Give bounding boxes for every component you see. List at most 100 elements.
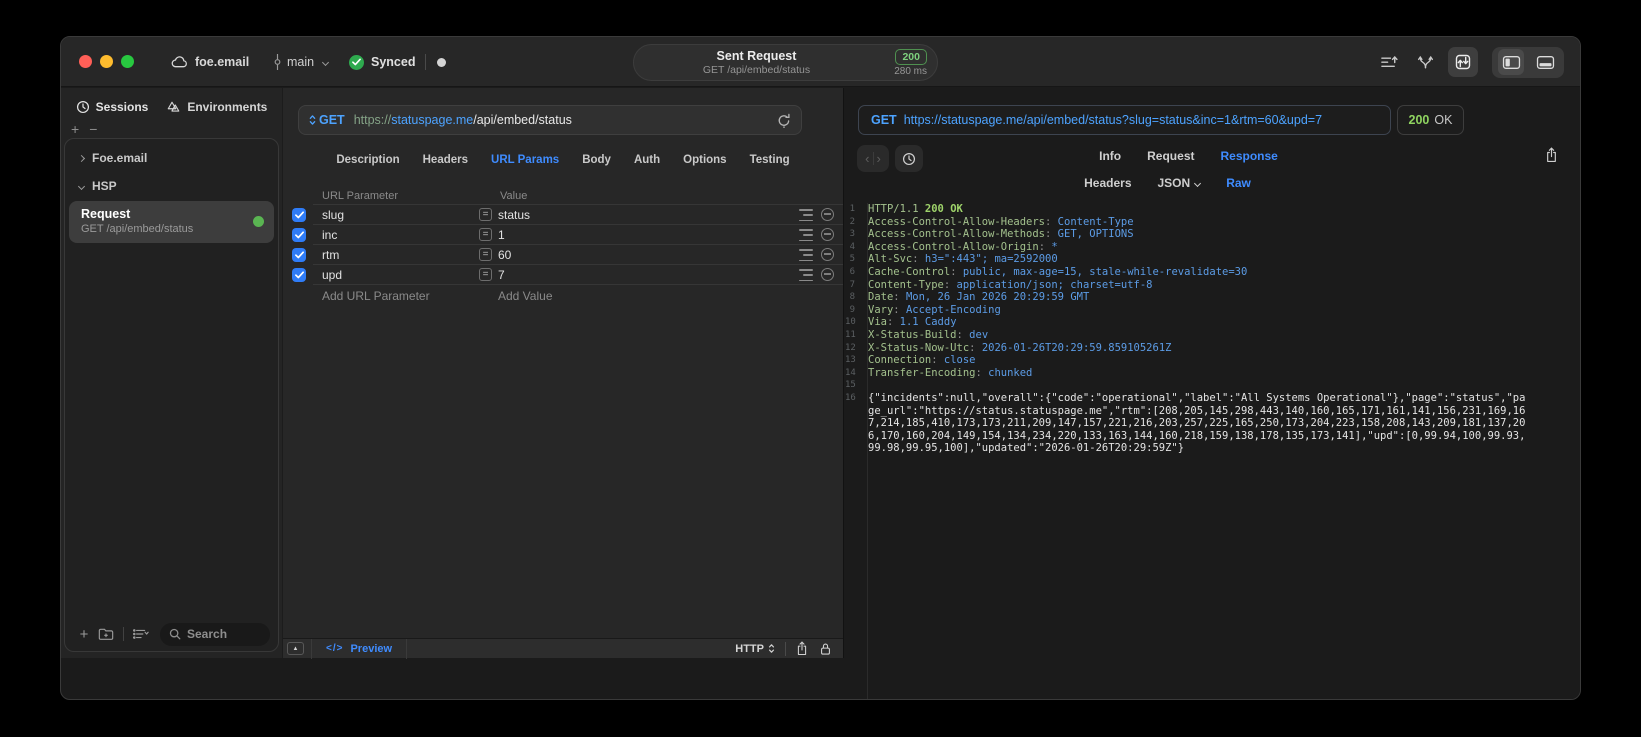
remove-param-icon[interactable] <box>821 268 834 281</box>
status-badge: 200 <box>895 49 927 65</box>
request-list-item-selected[interactable]: Request GET /api/embed/status <box>69 201 274 243</box>
search-icon <box>169 628 181 640</box>
resend-icon[interactable] <box>777 113 791 128</box>
traffic-lights <box>79 55 134 68</box>
sidebar-search[interactable] <box>160 622 270 646</box>
method-label: GET <box>319 113 345 127</box>
param-options-icon[interactable] <box>799 209 814 221</box>
param-value-field[interactable]: 7 <box>498 268 505 282</box>
response-subtab-raw[interactable]: Raw <box>1226 176 1251 190</box>
add-param-row[interactable]: Add URL Parameter Add Value <box>283 285 843 305</box>
tab-environments[interactable]: Environments <box>166 100 267 114</box>
sync-status[interactable]: Synced <box>349 37 415 87</box>
add-request-button[interactable]: + <box>73 623 95 645</box>
toggle-sidebar-icon[interactable] <box>1498 49 1524 75</box>
param-checkbox[interactable] <box>292 228 306 242</box>
chevron-right-icon <box>77 154 86 162</box>
response-subtab-headers[interactable]: Headers <box>1084 176 1131 190</box>
tree-item-folder[interactable]: HSP <box>65 177 278 195</box>
protocol-label: HTTP <box>735 642 764 655</box>
line-number: 8 <box>849 292 855 303</box>
toggle-bottom-panel-icon[interactable] <box>1532 49 1558 75</box>
line-number: 15 <box>845 380 856 391</box>
response-line: 16 {"incidents":null,"overall":{"code":"o… <box>845 391 1526 455</box>
param-options-icon[interactable] <box>799 229 814 241</box>
line-number: 12 <box>845 342 856 353</box>
request-tab-testing[interactable]: Testing <box>750 154 790 166</box>
remove-session-button[interactable]: − <box>89 121 97 137</box>
param-value-field[interactable]: 60 <box>498 248 511 262</box>
tree-item-group[interactable]: Foe.email <box>65 149 278 167</box>
new-folder-icon[interactable] <box>95 623 117 645</box>
main-area: Sessions Environments + − Foe.email HSP … <box>61 88 1580 699</box>
response-line: 1 HTTP/1.1 200 OK <box>845 203 1580 216</box>
request-tabs: Description Headers URL Params Body Auth Opti… <box>283 154 843 166</box>
param-name-field[interactable]: slug <box>322 208 344 222</box>
param-options-icon[interactable] <box>799 249 814 261</box>
add-session-button[interactable]: + <box>71 121 79 137</box>
response-line: 8 Date: Mon, 26 Jan 2026 20:29:59 GMT <box>845 291 1580 304</box>
request-summary-pill[interactable]: Sent Request GET /api/embed/status 200 2… <box>633 44 938 81</box>
method-selector[interactable]: GET <box>309 113 345 127</box>
response-status-badge: 200 OK <box>1397 105 1464 135</box>
add-param-value-placeholder[interactable]: Add Value <box>498 289 553 303</box>
request-item-subtitle: GET /api/embed/status <box>81 223 194 235</box>
response-tab-response[interactable]: Response <box>1220 149 1277 163</box>
param-row-slug: slug = status <box>283 205 843 225</box>
titlebar-divider <box>425 54 426 70</box>
request-footer: ▲ </> Preview HTTP <box>283 638 843 659</box>
search-input[interactable] <box>187 627 261 641</box>
line-number: 6 <box>849 266 855 277</box>
request-tab-headers[interactable]: Headers <box>423 154 468 166</box>
tab-sessions[interactable]: Sessions <box>76 100 148 114</box>
minimize-window-button[interactable] <box>100 55 113 68</box>
project-selector[interactable]: foe.email <box>171 37 249 87</box>
branch-selector[interactable]: main <box>273 37 330 87</box>
param-name-field[interactable]: rtm <box>322 248 339 262</box>
remove-param-icon[interactable] <box>821 208 834 221</box>
param-options-icon[interactable] <box>799 269 814 281</box>
preview-button[interactable]: </> Preview <box>312 638 408 659</box>
response-method-label: GET <box>871 113 897 127</box>
close-window-button[interactable] <box>79 55 92 68</box>
param-name-field[interactable]: upd <box>322 268 342 282</box>
param-value-field[interactable]: status <box>498 208 530 222</box>
protocol-selector[interactable]: HTTP <box>735 643 775 655</box>
branch-icon <box>273 54 282 70</box>
request-tab-auth[interactable]: Auth <box>634 154 660 166</box>
lock-icon[interactable] <box>820 642 831 656</box>
response-nav: ‹ › Info Request Response <box>845 145 1580 173</box>
response-subtabs: Headers JSON Raw <box>800 176 1535 190</box>
line-number: 16 <box>845 392 856 403</box>
response-tab-info[interactable]: Info <box>1099 149 1121 163</box>
param-checkbox[interactable] <box>292 268 306 282</box>
param-checkbox[interactable] <box>292 248 306 262</box>
response-tab-request[interactable]: Request <box>1147 149 1194 163</box>
param-name-field[interactable]: inc <box>322 228 337 242</box>
zoom-window-button[interactable] <box>121 55 134 68</box>
duration-label: 280 ms <box>894 66 927 77</box>
add-param-name-placeholder[interactable]: Add URL Parameter <box>322 289 430 303</box>
response-line: 14 Transfer-Encoding: chunked <box>845 366 1033 379</box>
split-arrows-icon[interactable] <box>1410 47 1440 77</box>
param-value-field[interactable]: 1 <box>498 228 505 242</box>
param-checkbox[interactable] <box>292 208 306 222</box>
remove-param-icon[interactable] <box>821 228 834 241</box>
response-tabs: Info Request Response <box>821 149 1556 163</box>
remove-param-icon[interactable] <box>821 248 834 261</box>
send-receive-icon[interactable] <box>1448 47 1478 77</box>
request-url-bar[interactable]: GET https://statuspage.me/api/embed/stat… <box>298 105 802 135</box>
response-subtab-json[interactable]: JSON <box>1158 176 1202 190</box>
export-share-icon[interactable] <box>1545 147 1558 163</box>
share-icon[interactable] <box>796 641 808 656</box>
response-url-bar[interactable]: GET https://statuspage.me/api/embed/stat… <box>858 105 1391 135</box>
request-tab-url-params[interactable]: URL Params <box>491 154 559 166</box>
column-header-value: Value <box>500 190 528 202</box>
collapse-panel-button[interactable]: ▲ <box>287 642 304 655</box>
request-tab-body[interactable]: Body <box>582 154 611 166</box>
cloud-icon <box>171 56 188 68</box>
request-tab-description[interactable]: Description <box>336 154 399 166</box>
request-tab-options[interactable]: Options <box>683 154 726 166</box>
sort-list-icon[interactable] <box>130 623 152 645</box>
request-queue-icon[interactable] <box>1374 47 1404 77</box>
